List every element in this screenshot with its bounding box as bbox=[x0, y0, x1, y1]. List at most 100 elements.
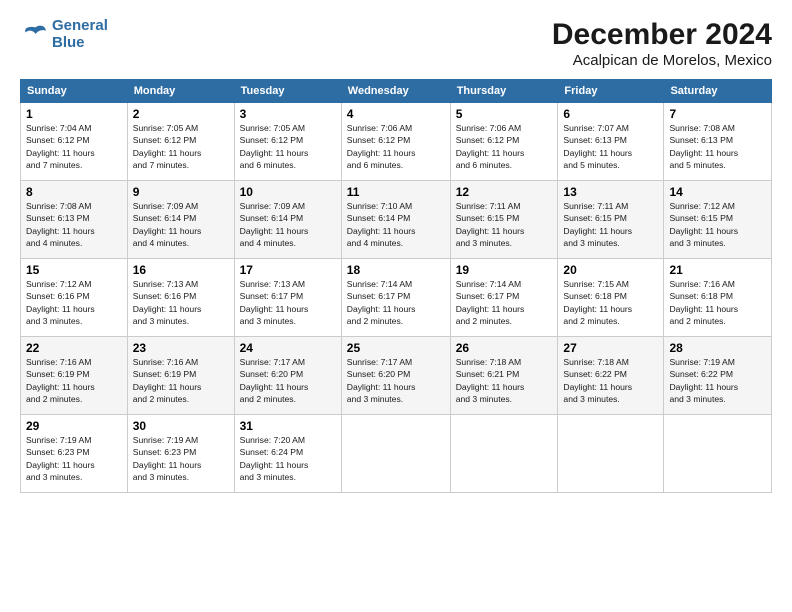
calendar-cell: 30Sunrise: 7:19 AM Sunset: 6:23 PM Dayli… bbox=[127, 415, 234, 493]
calendar-cell: 14Sunrise: 7:12 AM Sunset: 6:15 PM Dayli… bbox=[664, 181, 772, 259]
day-number: 2 bbox=[133, 107, 229, 121]
title-block: December 2024 Acalpican de Morelos, Mexi… bbox=[552, 18, 772, 69]
calendar-cell: 23Sunrise: 7:16 AM Sunset: 6:19 PM Dayli… bbox=[127, 337, 234, 415]
calendar-header-row: Sunday Monday Tuesday Wednesday Thursday… bbox=[21, 80, 772, 103]
calendar-cell bbox=[558, 415, 664, 493]
logo-icon bbox=[20, 24, 48, 46]
calendar-cell: 15Sunrise: 7:12 AM Sunset: 6:16 PM Dayli… bbox=[21, 259, 128, 337]
calendar-cell: 6Sunrise: 7:07 AM Sunset: 6:13 PM Daylig… bbox=[558, 103, 664, 181]
calendar-cell: 1Sunrise: 7:04 AM Sunset: 6:12 PM Daylig… bbox=[21, 103, 128, 181]
day-info: Sunrise: 7:04 AM Sunset: 6:12 PM Dayligh… bbox=[26, 122, 122, 172]
day-info: Sunrise: 7:15 AM Sunset: 6:18 PM Dayligh… bbox=[563, 278, 658, 328]
calendar-cell: 29Sunrise: 7:19 AM Sunset: 6:23 PM Dayli… bbox=[21, 415, 128, 493]
calendar-cell: 20Sunrise: 7:15 AM Sunset: 6:18 PM Dayli… bbox=[558, 259, 664, 337]
calendar-cell: 24Sunrise: 7:17 AM Sunset: 6:20 PM Dayli… bbox=[234, 337, 341, 415]
day-number: 7 bbox=[669, 107, 766, 121]
calendar-cell: 12Sunrise: 7:11 AM Sunset: 6:15 PM Dayli… bbox=[450, 181, 558, 259]
col-sunday: Sunday bbox=[21, 80, 128, 103]
calendar-title: December 2024 bbox=[552, 18, 772, 52]
day-number: 10 bbox=[240, 185, 336, 199]
day-number: 4 bbox=[347, 107, 445, 121]
day-number: 6 bbox=[563, 107, 658, 121]
day-number: 15 bbox=[26, 263, 122, 277]
day-info: Sunrise: 7:12 AM Sunset: 6:15 PM Dayligh… bbox=[669, 200, 766, 250]
day-number: 28 bbox=[669, 341, 766, 355]
col-tuesday: Tuesday bbox=[234, 80, 341, 103]
logo-text2: Blue bbox=[52, 35, 108, 52]
day-info: Sunrise: 7:19 AM Sunset: 6:23 PM Dayligh… bbox=[26, 434, 122, 484]
day-number: 27 bbox=[563, 341, 658, 355]
day-number: 18 bbox=[347, 263, 445, 277]
day-number: 25 bbox=[347, 341, 445, 355]
day-number: 30 bbox=[133, 419, 229, 433]
calendar-week-2: 8Sunrise: 7:08 AM Sunset: 6:13 PM Daylig… bbox=[21, 181, 772, 259]
calendar-cell: 31Sunrise: 7:20 AM Sunset: 6:24 PM Dayli… bbox=[234, 415, 341, 493]
day-info: Sunrise: 7:16 AM Sunset: 6:18 PM Dayligh… bbox=[669, 278, 766, 328]
day-info: Sunrise: 7:06 AM Sunset: 6:12 PM Dayligh… bbox=[456, 122, 553, 172]
day-info: Sunrise: 7:11 AM Sunset: 6:15 PM Dayligh… bbox=[563, 200, 658, 250]
col-monday: Monday bbox=[127, 80, 234, 103]
day-number: 17 bbox=[240, 263, 336, 277]
calendar-cell: 22Sunrise: 7:16 AM Sunset: 6:19 PM Dayli… bbox=[21, 337, 128, 415]
day-info: Sunrise: 7:12 AM Sunset: 6:16 PM Dayligh… bbox=[26, 278, 122, 328]
page: General Blue December 2024 Acalpican de … bbox=[0, 0, 792, 503]
day-number: 19 bbox=[456, 263, 553, 277]
calendar-cell: 7Sunrise: 7:08 AM Sunset: 6:13 PM Daylig… bbox=[664, 103, 772, 181]
calendar-cell: 25Sunrise: 7:17 AM Sunset: 6:20 PM Dayli… bbox=[341, 337, 450, 415]
day-info: Sunrise: 7:18 AM Sunset: 6:21 PM Dayligh… bbox=[456, 356, 553, 406]
calendar-cell: 11Sunrise: 7:10 AM Sunset: 6:14 PM Dayli… bbox=[341, 181, 450, 259]
header: General Blue December 2024 Acalpican de … bbox=[20, 18, 772, 69]
col-wednesday: Wednesday bbox=[341, 80, 450, 103]
col-saturday: Saturday bbox=[664, 80, 772, 103]
day-info: Sunrise: 7:18 AM Sunset: 6:22 PM Dayligh… bbox=[563, 356, 658, 406]
day-number: 3 bbox=[240, 107, 336, 121]
day-number: 11 bbox=[347, 185, 445, 199]
day-info: Sunrise: 7:05 AM Sunset: 6:12 PM Dayligh… bbox=[240, 122, 336, 172]
calendar-week-5: 29Sunrise: 7:19 AM Sunset: 6:23 PM Dayli… bbox=[21, 415, 772, 493]
day-number: 16 bbox=[133, 263, 229, 277]
day-number: 1 bbox=[26, 107, 122, 121]
calendar-cell: 16Sunrise: 7:13 AM Sunset: 6:16 PM Dayli… bbox=[127, 259, 234, 337]
calendar-cell bbox=[341, 415, 450, 493]
day-info: Sunrise: 7:17 AM Sunset: 6:20 PM Dayligh… bbox=[347, 356, 445, 406]
calendar-cell: 18Sunrise: 7:14 AM Sunset: 6:17 PM Dayli… bbox=[341, 259, 450, 337]
day-info: Sunrise: 7:19 AM Sunset: 6:23 PM Dayligh… bbox=[133, 434, 229, 484]
calendar-subtitle: Acalpican de Morelos, Mexico bbox=[552, 52, 772, 69]
calendar-cell: 9Sunrise: 7:09 AM Sunset: 6:14 PM Daylig… bbox=[127, 181, 234, 259]
calendar-cell: 28Sunrise: 7:19 AM Sunset: 6:22 PM Dayli… bbox=[664, 337, 772, 415]
day-number: 22 bbox=[26, 341, 122, 355]
day-info: Sunrise: 7:08 AM Sunset: 6:13 PM Dayligh… bbox=[26, 200, 122, 250]
col-friday: Friday bbox=[558, 80, 664, 103]
day-info: Sunrise: 7:06 AM Sunset: 6:12 PM Dayligh… bbox=[347, 122, 445, 172]
day-info: Sunrise: 7:11 AM Sunset: 6:15 PM Dayligh… bbox=[456, 200, 553, 250]
calendar-week-4: 22Sunrise: 7:16 AM Sunset: 6:19 PM Dayli… bbox=[21, 337, 772, 415]
day-info: Sunrise: 7:16 AM Sunset: 6:19 PM Dayligh… bbox=[133, 356, 229, 406]
day-info: Sunrise: 7:20 AM Sunset: 6:24 PM Dayligh… bbox=[240, 434, 336, 484]
calendar-cell: 19Sunrise: 7:14 AM Sunset: 6:17 PM Dayli… bbox=[450, 259, 558, 337]
day-number: 26 bbox=[456, 341, 553, 355]
day-info: Sunrise: 7:13 AM Sunset: 6:16 PM Dayligh… bbox=[133, 278, 229, 328]
day-info: Sunrise: 7:14 AM Sunset: 6:17 PM Dayligh… bbox=[456, 278, 553, 328]
calendar-cell bbox=[450, 415, 558, 493]
calendar-cell: 4Sunrise: 7:06 AM Sunset: 6:12 PM Daylig… bbox=[341, 103, 450, 181]
logo: General Blue bbox=[20, 18, 108, 51]
day-info: Sunrise: 7:07 AM Sunset: 6:13 PM Dayligh… bbox=[563, 122, 658, 172]
day-info: Sunrise: 7:10 AM Sunset: 6:14 PM Dayligh… bbox=[347, 200, 445, 250]
calendar-cell: 13Sunrise: 7:11 AM Sunset: 6:15 PM Dayli… bbox=[558, 181, 664, 259]
calendar-cell: 21Sunrise: 7:16 AM Sunset: 6:18 PM Dayli… bbox=[664, 259, 772, 337]
day-info: Sunrise: 7:05 AM Sunset: 6:12 PM Dayligh… bbox=[133, 122, 229, 172]
day-number: 12 bbox=[456, 185, 553, 199]
day-number: 5 bbox=[456, 107, 553, 121]
day-info: Sunrise: 7:09 AM Sunset: 6:14 PM Dayligh… bbox=[240, 200, 336, 250]
day-info: Sunrise: 7:17 AM Sunset: 6:20 PM Dayligh… bbox=[240, 356, 336, 406]
day-number: 13 bbox=[563, 185, 658, 199]
calendar-cell: 2Sunrise: 7:05 AM Sunset: 6:12 PM Daylig… bbox=[127, 103, 234, 181]
day-info: Sunrise: 7:13 AM Sunset: 6:17 PM Dayligh… bbox=[240, 278, 336, 328]
day-info: Sunrise: 7:09 AM Sunset: 6:14 PM Dayligh… bbox=[133, 200, 229, 250]
calendar-cell: 8Sunrise: 7:08 AM Sunset: 6:13 PM Daylig… bbox=[21, 181, 128, 259]
calendar-cell: 3Sunrise: 7:05 AM Sunset: 6:12 PM Daylig… bbox=[234, 103, 341, 181]
day-number: 23 bbox=[133, 341, 229, 355]
day-info: Sunrise: 7:16 AM Sunset: 6:19 PM Dayligh… bbox=[26, 356, 122, 406]
calendar-cell: 17Sunrise: 7:13 AM Sunset: 6:17 PM Dayli… bbox=[234, 259, 341, 337]
logo-text: General bbox=[52, 18, 108, 35]
